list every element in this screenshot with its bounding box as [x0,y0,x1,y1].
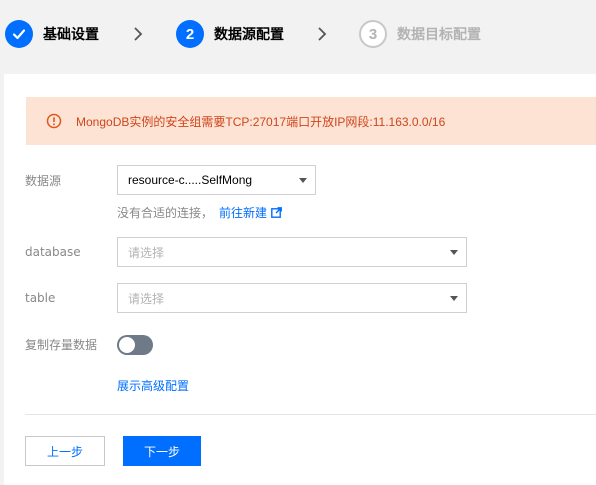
table-label: table [25,291,56,305]
caret-down-icon [450,250,458,255]
datasource-select[interactable]: resource-c.....SelfMong [117,165,316,195]
toggle-knob [119,337,135,353]
caret-down-icon [450,296,458,301]
copy-existing-label: 复制存量数据 [25,338,98,352]
step-datasource-config[interactable]: 2 数据源配置 [176,20,284,48]
step-number: 2 [176,20,204,48]
security-group-alert: MongoDB实例的安全组需要TCP:27017端口开放IP网段:11.163.… [26,97,596,145]
database-placeholder: 请选择 [128,245,165,260]
warning-icon [46,113,62,129]
connection-hint: 没有合适的连接， 前往新建 [117,204,282,221]
chevron-right-icon [134,27,143,41]
prev-button[interactable]: 上一步 [25,436,105,466]
config-panel: MongoDB实例的安全组需要TCP:27017端口开放IP网段:11.163.… [4,74,596,485]
next-button[interactable]: 下一步 [123,436,201,466]
alert-text: MongoDB实例的安全组需要TCP:27017端口开放IP网段:11.163.… [76,114,446,129]
show-advanced-link[interactable]: 展示高级配置 [117,377,189,394]
create-new-link[interactable]: 前往新建 [219,204,267,221]
hint-text: 没有合适的连接， [117,206,214,220]
step-basic-settings[interactable]: 基础设置 [5,20,99,48]
steps-bar: 基础设置 2 数据源配置 3 数据目标配置 [0,0,596,68]
step-label: 数据源配置 [214,27,284,43]
step-label: 数据目标配置 [397,27,481,43]
external-link-icon[interactable] [271,207,282,218]
table-select[interactable]: 请选择 [117,283,467,313]
check-icon [5,20,33,48]
datasource-value: resource-c.....SelfMong [128,173,253,187]
step-label: 基础设置 [43,27,99,43]
step-number: 3 [359,20,387,48]
database-select[interactable]: 请选择 [117,237,467,267]
divider [25,414,596,415]
table-placeholder: 请选择 [128,291,165,306]
chevron-right-icon [318,27,327,41]
step-target-config[interactable]: 3 数据目标配置 [359,20,481,48]
caret-down-icon [299,178,307,183]
database-label: database [25,245,81,259]
copy-existing-toggle[interactable] [117,335,153,355]
datasource-label: 数据源 [25,174,62,188]
